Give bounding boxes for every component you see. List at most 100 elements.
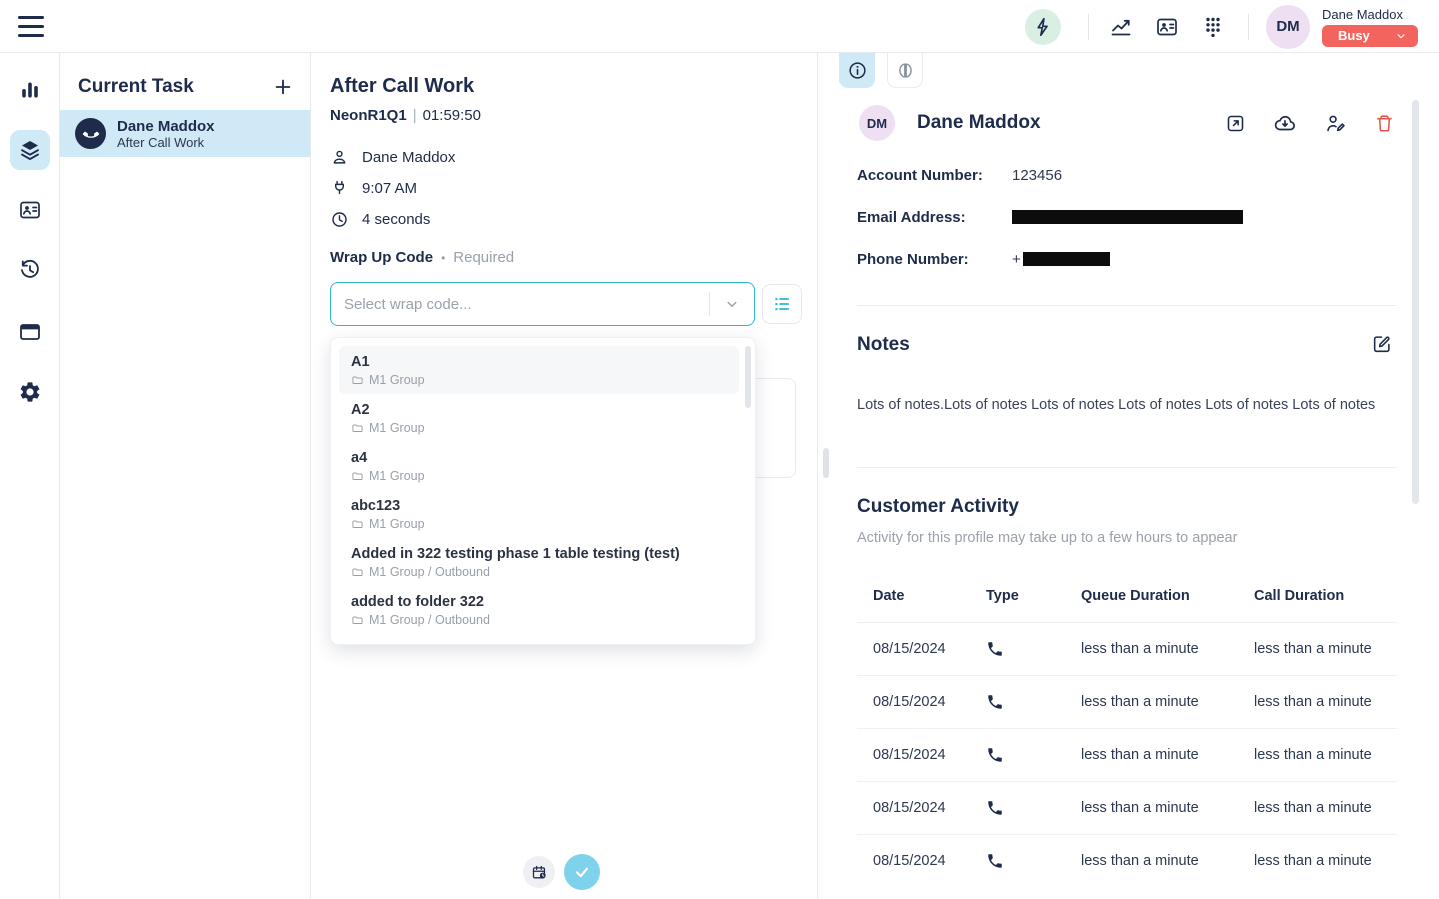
- phone-redaction-bar: [1023, 252, 1110, 266]
- phone-row: Phone Number: +: [857, 248, 1399, 270]
- wrap-code-option[interactable]: added to folder 322 M1 Group / Outbound: [331, 586, 755, 634]
- plug-icon: [336, 181, 344, 193]
- nav-history[interactable]: [10, 250, 50, 290]
- left-nav-rail: [0, 53, 60, 899]
- info-icon: [850, 63, 865, 78]
- wrap-code-option[interactable]: A1 M1 Group: [339, 346, 739, 394]
- duration-row: 4 seconds: [330, 207, 430, 231]
- col-type: Type: [986, 588, 1081, 604]
- cloud-download-icon: [1276, 117, 1295, 130]
- clock-icon: [333, 213, 346, 226]
- user-name: Dane Maddox: [1322, 7, 1403, 22]
- task-contact-name: Dane Maddox: [117, 118, 215, 135]
- table-row: 08/15/2024 less than a minute less than …: [857, 622, 1397, 675]
- notes-body: Lots of notes.Lots of notes Lots of note…: [857, 395, 1389, 415]
- delete-contact-button[interactable]: [1374, 113, 1395, 134]
- acw-actions: [311, 853, 817, 893]
- complete-task-button[interactable]: [564, 854, 600, 890]
- check-icon: [577, 869, 587, 877]
- start-time: 9:07 AM: [362, 180, 417, 197]
- contacts-button[interactable]: [1155, 15, 1179, 39]
- bar-chart-icon: [22, 83, 38, 98]
- profile-tabs: [839, 53, 923, 88]
- folder-icon: [353, 520, 362, 527]
- edit-contact-button[interactable]: [1324, 112, 1347, 135]
- wrap-code-list-button[interactable]: [762, 284, 802, 324]
- nav-browser[interactable]: [10, 312, 50, 352]
- notes-title: Notes: [857, 334, 910, 356]
- select-chevron-button[interactable]: [710, 295, 754, 313]
- topbar-divider: [1248, 14, 1249, 40]
- reporting-button[interactable]: [1109, 15, 1133, 39]
- middle-panel-scrollbar[interactable]: [823, 448, 829, 478]
- table-row: 08/15/2024 less than a minute less than …: [857, 834, 1397, 887]
- menu-icon[interactable]: [18, 16, 44, 37]
- status-dropdown[interactable]: Busy: [1322, 25, 1418, 47]
- folder-icon: [353, 616, 362, 623]
- gear-icon: [20, 382, 39, 401]
- wrap-code-option[interactable]: abc123 M1 Group: [331, 490, 755, 538]
- phone-icon: [988, 854, 1002, 868]
- wrap-code-dropdown: A1 M1 Group A2 M1 Group a4 M1 Group abc1…: [330, 337, 756, 645]
- wrap-up-code-label-row: Wrap Up Code • Required: [330, 249, 514, 266]
- tab-insights[interactable]: [887, 53, 923, 88]
- wrap-code-option[interactable]: a4 M1 Group: [331, 442, 755, 490]
- phone-prefix: +: [1012, 251, 1021, 268]
- trash-icon: [1378, 116, 1391, 131]
- topbar-divider: [1088, 14, 1089, 40]
- dialpad-button[interactable]: [1201, 15, 1225, 39]
- profile-name: Dane Maddox: [917, 112, 1041, 134]
- phone-icon: [988, 642, 1002, 656]
- add-task-button[interactable]: [272, 76, 294, 98]
- history-icon: [22, 261, 38, 277]
- download-profile-button[interactable]: [1273, 111, 1297, 135]
- activity-table: Date Type Queue Duration Call Duration 0…: [857, 581, 1397, 887]
- col-call-duration: Call Duration: [1254, 588, 1397, 604]
- wrap-code-input[interactable]: [331, 296, 709, 313]
- schedule-callback-button[interactable]: [523, 856, 555, 888]
- person-icon: [334, 151, 344, 162]
- bulleted-list-icon: [775, 298, 788, 310]
- email-row: Email Address:: [857, 206, 1399, 228]
- task-list-item[interactable]: Dane Maddox After Call Work: [60, 110, 310, 157]
- topbar: DM Dane Maddox Busy: [0, 0, 1439, 53]
- contact-card-icon: [1158, 19, 1176, 34]
- user-avatar[interactable]: DM: [1266, 5, 1310, 49]
- chevron-down-icon: [728, 303, 736, 307]
- call-duration: 4 seconds: [362, 211, 430, 228]
- nav-tasks[interactable]: [10, 130, 50, 170]
- folder-icon: [353, 424, 362, 431]
- phone-label: Phone Number:: [857, 251, 1012, 268]
- edit-notes-button[interactable]: [1371, 333, 1393, 355]
- table-row: 08/15/2024 less than a minute less than …: [857, 675, 1397, 728]
- phone-icon: [988, 801, 1002, 815]
- acw-subtitle: NeonR1Q1|01:59:50: [330, 107, 481, 124]
- wrap-code-select[interactable]: [330, 282, 755, 326]
- plus-icon: [277, 81, 290, 94]
- contact-profile-panel: DM Dane Maddox Account Number: 123456 Em…: [817, 53, 1439, 899]
- email-redaction-bar: [1012, 210, 1243, 224]
- nav-settings[interactable]: [10, 372, 50, 412]
- wrap-code-option[interactable]: Added in 322 testing phase 1 table testi…: [331, 538, 755, 586]
- open-profile-button[interactable]: [1225, 113, 1246, 134]
- phone-icon: [82, 125, 99, 142]
- wrap-code-option[interactable]: A2 M1 Group: [331, 394, 755, 442]
- table-row: 08/15/2024 less than a minute less than …: [857, 781, 1397, 834]
- profile-avatar: DM: [859, 105, 895, 141]
- app-window: DM Dane Maddox Busy Current Task D: [0, 0, 1439, 899]
- activity-table-header: Date Type Queue Duration Call Duration: [857, 581, 1397, 611]
- right-panel-scrollbar[interactable]: [1412, 100, 1419, 504]
- nav-contacts[interactable]: [10, 190, 50, 230]
- line-chart-icon: [1113, 20, 1130, 34]
- profile-actions: [1225, 111, 1395, 135]
- dropdown-scrollbar[interactable]: [745, 346, 751, 408]
- phone-icon: [988, 748, 1002, 762]
- task-state: After Call Work: [117, 135, 215, 150]
- browser-window-icon: [21, 325, 39, 339]
- quick-actions-button[interactable]: [1025, 9, 1061, 45]
- calendar-clock-icon: [533, 866, 545, 878]
- wrap-up-code-label: Wrap Up Code: [330, 249, 433, 266]
- nav-dashboard[interactable]: [10, 70, 50, 110]
- tab-info[interactable]: [839, 53, 875, 88]
- customer-activity-subtitle: Activity for this profile may take up to…: [857, 530, 1237, 546]
